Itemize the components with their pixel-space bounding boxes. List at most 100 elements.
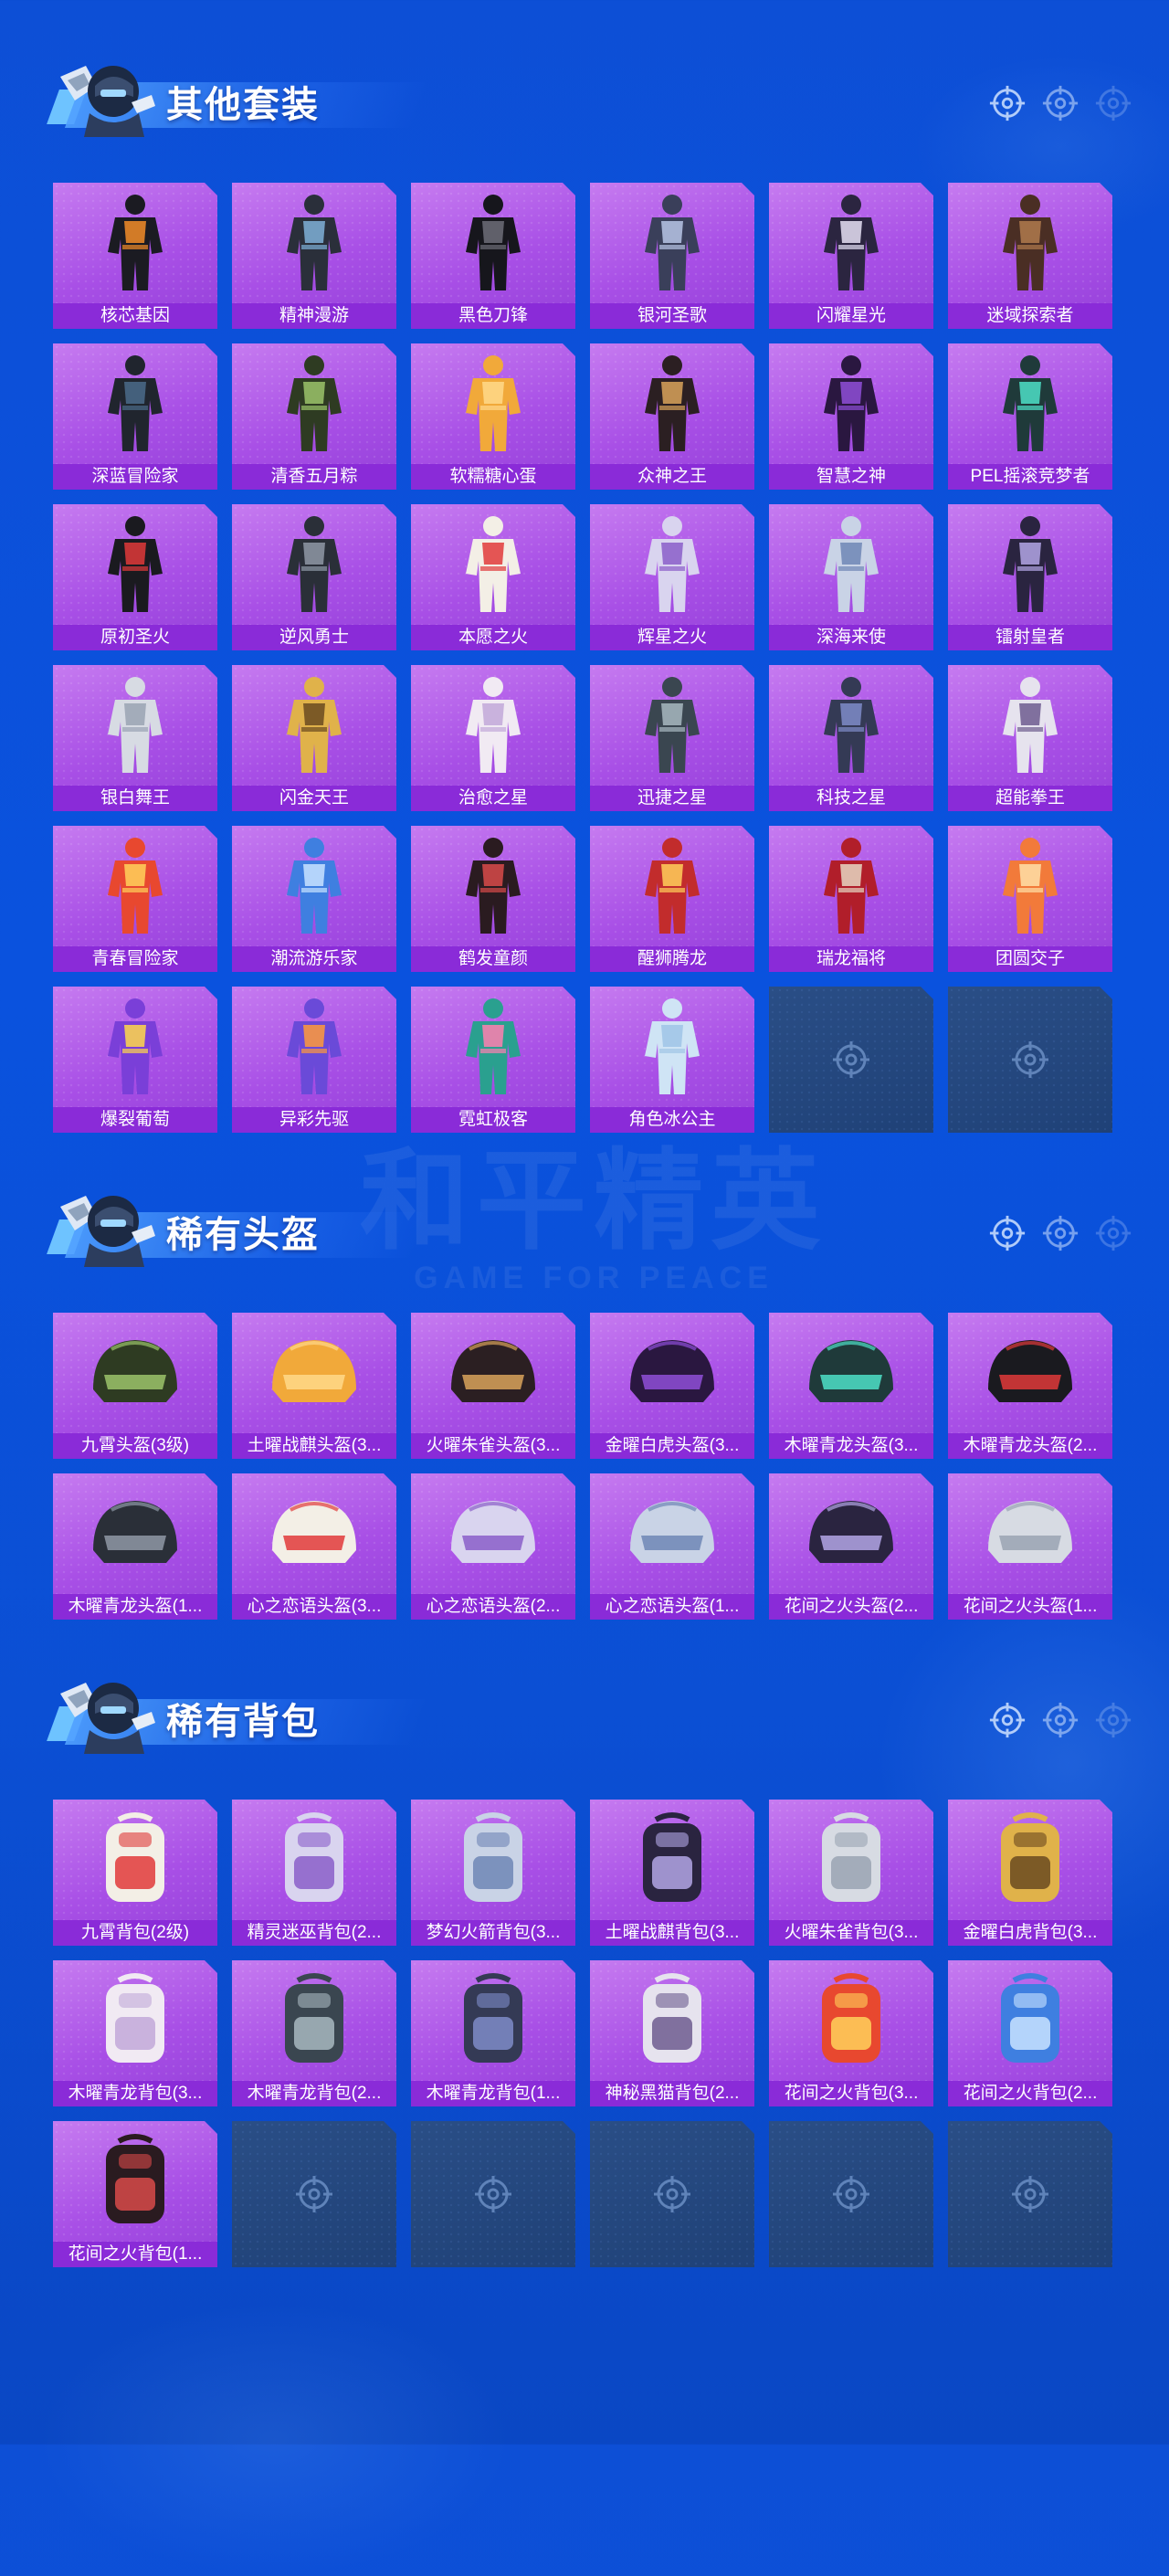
header-decoration [988,1701,1132,1741]
suit-card[interactable]: 精神漫游 [232,183,396,329]
helmet-image [787,1318,915,1430]
suit-card[interactable]: 众神之王 [590,343,754,490]
empty-slot [590,2121,754,2267]
helmet-card[interactable]: 花间之火头盔(1... [948,1473,1112,1620]
suit-card[interactable]: 深海来使 [769,504,933,650]
suit-card[interactable]: 原初圣火 [53,504,217,650]
helmet-name: 花间之火头盔(1... [948,1594,1112,1620]
suit-name: 深海来使 [769,625,933,650]
suit-card[interactable]: 鹤发童颜 [411,826,575,972]
suit-card[interactable]: 科技之星 [769,665,933,811]
backpack-card[interactable]: 木曜青龙背包(1... [411,1960,575,2106]
helmet-card[interactable]: 火曜朱雀头盔(3... [411,1313,575,1459]
suit-card[interactable]: 黑色刀锋 [411,183,575,329]
soldier-avatar-icon [49,49,159,141]
suit-card[interactable]: 爆裂葡萄 [53,987,217,1133]
backpack-name: 花间之火背包(2... [948,2081,1112,2106]
suit-card[interactable]: 核芯基因 [53,183,217,329]
helmet-card[interactable]: 木曜青龙头盔(3... [769,1313,933,1459]
suit-card[interactable]: 潮流游乐家 [232,826,396,972]
suit-image [429,992,557,1103]
empty-slot [769,987,933,1133]
backpack-card[interactable]: 九霄背包(2级) [53,1800,217,1946]
backpack-name: 梦幻火箭背包(3... [411,1920,575,1946]
suit-name: 青春冒险家 [53,946,217,972]
suit-card[interactable]: 瑞龙福将 [769,826,933,972]
suit-card[interactable]: 逆风勇士 [232,504,396,650]
backpack-image [966,1966,1094,2077]
suit-card[interactable]: 迷域探索者 [948,183,1112,329]
suit-card[interactable]: 辉星之火 [590,504,754,650]
suit-image [787,188,915,300]
backpack-image [250,1805,378,1916]
helmet-image [608,1479,736,1590]
suit-card[interactable]: 软糯糖心蛋 [411,343,575,490]
suit-card[interactable]: 异彩先驱 [232,987,396,1133]
crosshair-icon [988,1701,1027,1739]
suit-card[interactable]: 清香五月粽 [232,343,396,490]
helmet-name: 木曜青龙头盔(2... [948,1433,1112,1459]
suit-card[interactable]: 团圆交子 [948,826,1112,972]
suit-name: 瑞龙福将 [769,946,933,972]
suit-card[interactable]: 闪金天王 [232,665,396,811]
backpack-name: 九霄背包(2级) [53,1920,217,1946]
suit-card[interactable]: 深蓝冒险家 [53,343,217,490]
helmet-card[interactable]: 心之恋语头盔(1... [590,1473,754,1620]
suit-image [250,349,378,460]
backpack-card[interactable]: 花间之火背包(1... [53,2121,217,2267]
helmet-image [429,1318,557,1430]
backpack-image [787,1805,915,1916]
suit-card[interactable]: 智慧之神 [769,343,933,490]
backpack-card[interactable]: 木曜青龙背包(3... [53,1960,217,2106]
suit-card[interactable]: 青春冒险家 [53,826,217,972]
helmet-card[interactable]: 木曜青龙头盔(1... [53,1473,217,1620]
suit-card[interactable]: 角色冰公主 [590,987,754,1133]
helmet-card[interactable]: 木曜青龙头盔(2... [948,1313,1112,1459]
backpack-card[interactable]: 土曜战麒背包(3... [590,1800,754,1946]
backpack-image [429,1805,557,1916]
suit-card[interactable]: 治愈之星 [411,665,575,811]
backpack-card[interactable]: 金曜白虎背包(3... [948,1800,1112,1946]
helmet-name: 心之恋语头盔(2... [411,1594,575,1620]
suit-name: 辉星之火 [590,625,754,650]
suit-card[interactable]: 银河圣歌 [590,183,754,329]
suit-card[interactable]: 镭射皇者 [948,504,1112,650]
suit-image [608,188,736,300]
helmet-card[interactable]: 土曜战麒头盔(3... [232,1313,396,1459]
section-suit: 其他套装 核芯基因 精神漫游 黑色刀锋 银河圣歌 闪耀星光 迷域探索者 深蓝冒险… [0,46,1169,1147]
backpack-card[interactable]: 花间之火背包(3... [769,1960,933,2106]
backpack-card[interactable]: 梦幻火箭背包(3... [411,1800,575,1946]
suit-card[interactable]: 迅捷之星 [590,665,754,811]
suit-card[interactable]: 醒狮腾龙 [590,826,754,972]
suit-grid: 核芯基因 精神漫游 黑色刀锋 银河圣歌 闪耀星光 迷域探索者 深蓝冒险家 清香五… [53,183,1112,1133]
helmet-card[interactable]: 花间之火头盔(2... [769,1473,933,1620]
helmet-card[interactable]: 金曜白虎头盔(3... [590,1313,754,1459]
backpack-card[interactable]: 花间之火背包(2... [948,1960,1112,2106]
suit-card[interactable]: 银白舞王 [53,665,217,811]
suit-name: 清香五月粽 [232,464,396,490]
suit-card[interactable]: 超能拳王 [948,665,1112,811]
backpack-card[interactable]: 精灵迷巫背包(2... [232,1800,396,1946]
suit-name: 深蓝冒险家 [53,464,217,490]
header-decoration [988,84,1132,124]
empty-slot [948,987,1112,1133]
section-backpack: 稀有背包 九霄背包(2级) 精灵迷巫背包(2... 梦幻火箭背包(3... 土曜… [0,1663,1169,2282]
suit-card[interactable]: 闪耀星光 [769,183,933,329]
suit-card[interactable]: 本愿之火 [411,504,575,650]
suit-name: 软糯糖心蛋 [411,464,575,490]
suit-card[interactable]: PEL摇滚竞梦者 [948,343,1112,490]
helmet-card[interactable]: 心之恋语头盔(2... [411,1473,575,1620]
helmet-name: 心之恋语头盔(1... [590,1594,754,1620]
suit-card[interactable]: 霓虹极客 [411,987,575,1133]
helmet-name: 土曜战麒头盔(3... [232,1433,396,1459]
soldier-avatar-icon [49,1666,159,1758]
backpack-card[interactable]: 火曜朱雀背包(3... [769,1800,933,1946]
helmet-card[interactable]: 九霄头盔(3级) [53,1313,217,1459]
suit-image [429,188,557,300]
backpack-card[interactable]: 木曜青龙背包(2... [232,1960,396,2106]
helmet-card[interactable]: 心之恋语头盔(3... [232,1473,396,1620]
backpack-image [787,1966,915,2077]
crosshair-icon [831,1040,871,1080]
backpack-card[interactable]: 神秘黑猫背包(2... [590,1960,754,2106]
backpack-name: 木曜青龙背包(3... [53,2081,217,2106]
